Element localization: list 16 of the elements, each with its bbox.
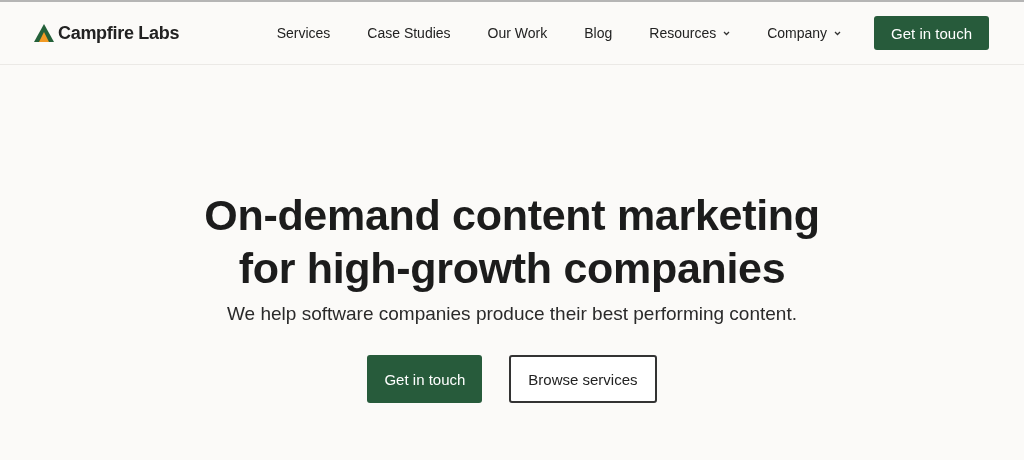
nav-link[interactable]: Our Work: [487, 25, 548, 41]
chevron-down-icon: [723, 30, 731, 36]
brand-name[interactable]: Campfire Labs: [58, 22, 180, 44]
nav-link[interactable]: Services: [276, 25, 331, 41]
chevron-down-icon: [834, 30, 842, 36]
hero-title-line: On-demand content marketing: [204, 190, 820, 241]
get-in-touch-button[interactable]: Get in touch: [367, 355, 483, 403]
get-in-touch-button[interactable]: Get in touch: [874, 16, 989, 50]
tent-logo-icon: [34, 23, 54, 43]
browse-services-button[interactable]: Browse services: [509, 355, 657, 403]
hero-title-line: for high-growth companies: [238, 243, 786, 294]
nav-dropdown[interactable]: Company: [767, 25, 842, 41]
nav-link[interactable]: Case Studies: [367, 25, 451, 41]
nav-link[interactable]: Blog: [584, 25, 613, 41]
hero-subtitle: We help software companies produce their best performing content.: [227, 303, 797, 325]
nav-dropdown[interactable]: Resources: [649, 25, 731, 41]
